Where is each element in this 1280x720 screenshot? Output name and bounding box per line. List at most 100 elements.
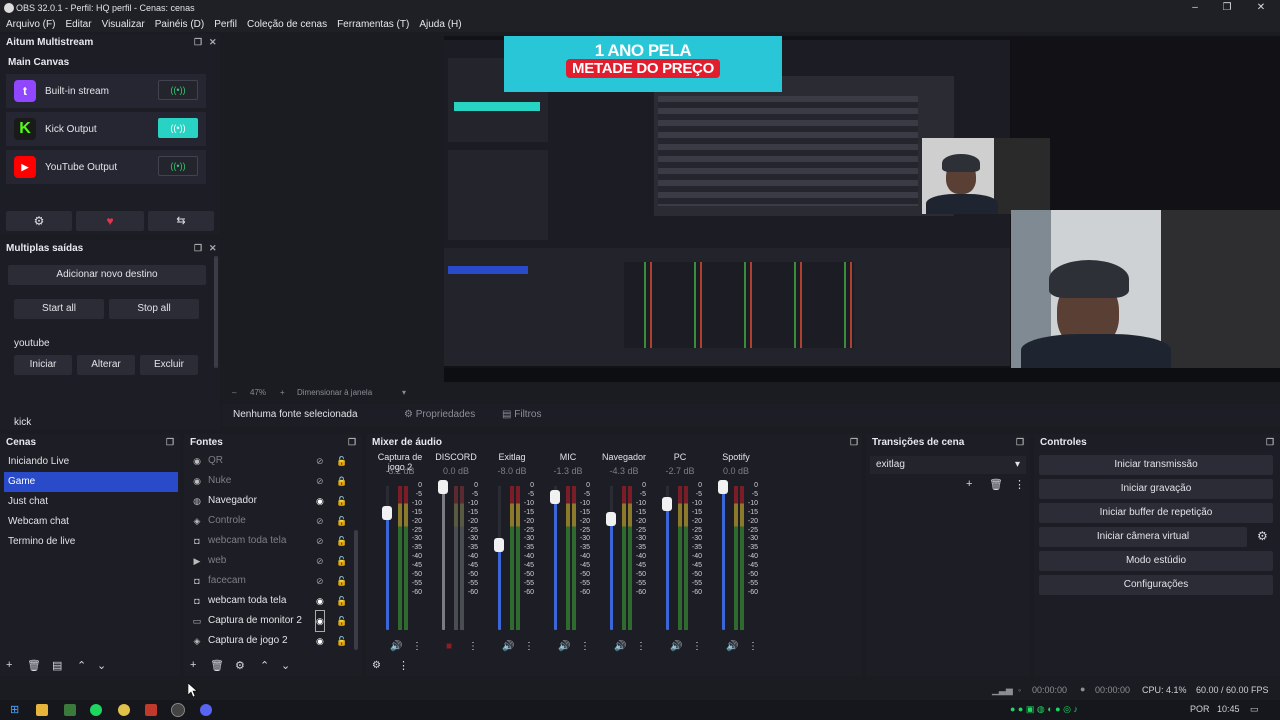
advanced-audio-icon[interactable]: ⚙ (372, 660, 381, 671)
scrollbar[interactable] (354, 530, 358, 650)
speaker-icon[interactable]: 🔊 (558, 641, 570, 652)
output-toggle-button[interactable]: ((•)) (158, 118, 198, 138)
eye-hidden-icon[interactable]: ⊘ (316, 531, 324, 551)
float-icon[interactable]: ❐ (194, 243, 202, 254)
unlock-icon[interactable]: 🔓 (336, 631, 347, 651)
zoom-out-icon[interactable]: – (232, 388, 236, 397)
start-all-button[interactable]: Start all (14, 299, 104, 319)
kebab-icon[interactable]: ⋮ (398, 659, 409, 672)
volume-slider-handle[interactable] (494, 538, 504, 552)
move-up-icon[interactable]: ⌃ (260, 659, 269, 672)
scene-filters-icon[interactable]: ▤ (52, 659, 62, 672)
windows-start-icon[interactable]: ⊞ (10, 703, 19, 716)
menu-profile[interactable]: Perfil (214, 19, 237, 30)
scene-item[interactable]: Just chat (4, 492, 178, 512)
eye-hidden-icon[interactable]: ⊘ (316, 451, 324, 471)
kebab-icon[interactable]: ⋮ (468, 641, 478, 652)
remove-destination-button[interactable]: Excluir (140, 355, 198, 375)
volume-slider-handle[interactable] (718, 480, 728, 494)
volume-slider-handle[interactable] (382, 506, 392, 520)
studio-mode-button[interactable]: Modo estúdio (1039, 551, 1273, 571)
source-row[interactable]: ▶ web ⊘ 🔓 (186, 551, 352, 571)
trash-icon[interactable]: 🗑 (210, 659, 224, 672)
source-row[interactable]: ▭ Captura de monitor 2 ◉ 🔓 (186, 610, 352, 632)
scrollbar[interactable] (214, 256, 218, 368)
menu-scene-collection[interactable]: Coleção de cenas (247, 19, 327, 30)
kebab-icon[interactable]: ⋮ (524, 641, 534, 652)
float-icon[interactable]: ❐ (1016, 437, 1024, 448)
kebab-icon[interactable]: ⋮ (580, 641, 590, 652)
float-icon[interactable]: ❐ (348, 437, 356, 448)
start-replay-buffer-button[interactable]: Iniciar buffer de repetição (1039, 503, 1273, 523)
add-destination-button[interactable]: Adicionar novo destino (8, 265, 206, 285)
trash-icon[interactable]: 🗑 (27, 659, 41, 672)
add-source-icon[interactable]: + (190, 659, 196, 671)
settings-button[interactable]: ⚙ (6, 211, 72, 231)
switch-button[interactable]: ⇆ (148, 211, 214, 231)
chevron-down-icon[interactable]: ▾ (402, 388, 406, 397)
unlock-icon[interactable]: 🔓 (336, 611, 347, 631)
edit-destination-button[interactable]: Alterar (77, 355, 135, 375)
kebab-icon[interactable]: ⋮ (1014, 478, 1025, 491)
kebab-icon[interactable]: ⋮ (412, 641, 422, 652)
donate-button[interactable]: ♥ (76, 211, 144, 231)
app-icon[interactable] (145, 704, 157, 716)
scene-item-selected[interactable]: Game (4, 472, 178, 492)
volume-slider-handle[interactable] (550, 490, 560, 504)
unlock-icon[interactable]: 🔓 (336, 571, 347, 591)
unlock-icon[interactable]: 🔓 (336, 531, 347, 551)
zoom-in-icon[interactable]: + (280, 388, 285, 397)
trash-icon[interactable]: 🗑 (989, 478, 1003, 491)
minimize-button[interactable]: – (1180, 0, 1210, 16)
scene-item[interactable]: Termino de live (4, 532, 178, 552)
unlock-icon[interactable]: 🔓 (336, 511, 347, 531)
eye-hidden-icon[interactable]: ⊘ (316, 551, 324, 571)
volume-slider-handle[interactable] (438, 480, 448, 494)
menu-docks[interactable]: Painéis (D) (155, 19, 204, 30)
scene-item[interactable]: Iniciando Live (4, 452, 178, 472)
stop-all-button[interactable]: Stop all (109, 299, 199, 319)
lock-icon[interactable]: 🔒 (336, 471, 347, 491)
properties-button[interactable]: ⚙ Propriedades (392, 406, 475, 424)
kebab-icon[interactable]: ⋮ (748, 641, 758, 652)
add-transition-icon[interactable]: + (966, 478, 972, 490)
chrome-icon[interactable] (118, 704, 130, 716)
maximize-button[interactable]: ❐ (1212, 0, 1242, 16)
source-row[interactable]: ◘ facecam ⊘ 🔓 (186, 571, 352, 591)
filters-button[interactable]: ▤ Filtros (490, 406, 541, 424)
volume-slider-handle[interactable] (662, 497, 672, 511)
eye-icon[interactable]: ◉ (316, 491, 324, 511)
start-virtual-camera-button[interactable]: Iniciar câmera virtual (1039, 527, 1247, 547)
preview-canvas[interactable]: 1 ANO PELA METADE DO PREÇO (444, 36, 1280, 382)
close-dock-icon[interactable]: ✕ (209, 243, 217, 254)
gear-icon[interactable]: ⚙ (1257, 529, 1268, 543)
source-row[interactable]: ◉ QR ⊘ 🔓 (186, 451, 352, 471)
speaker-icon[interactable]: 🔊 (502, 641, 514, 652)
move-up-icon[interactable]: ⌃ (77, 659, 86, 672)
source-row[interactable]: ◈ Controle ⊘ 🔓 (186, 511, 352, 531)
output-toggle-button[interactable]: ((•)) (158, 80, 198, 100)
source-row[interactable]: ◉ Nuke ⊘ 🔒 (186, 471, 352, 491)
close-button[interactable]: ✕ (1246, 0, 1276, 16)
volume-slider-handle[interactable] (606, 512, 616, 526)
menu-help[interactable]: Ajuda (H) (419, 19, 461, 30)
move-down-icon[interactable]: ⌄ (97, 659, 106, 672)
eye-icon[interactable]: ◉ (315, 610, 325, 632)
eye-icon[interactable]: ◉ (316, 591, 324, 611)
transition-select[interactable]: exitlag ▾ (870, 456, 1026, 474)
float-icon[interactable]: ❐ (1266, 437, 1274, 448)
spotify-icon[interactable] (90, 704, 102, 716)
resize-mode-select[interactable]: Dimensionar à janela (297, 388, 372, 397)
kebab-icon[interactable]: ⋮ (636, 641, 646, 652)
kebab-icon[interactable]: ⋮ (692, 641, 702, 652)
close-dock-icon[interactable]: ✕ (209, 37, 217, 48)
output-toggle-button[interactable]: ((•)) (158, 156, 198, 176)
eye-hidden-icon[interactable]: ⊘ (316, 471, 324, 491)
tray-icons[interactable]: ● ● ▣ ◍ ◐ ● ◎ ♪ (1010, 704, 1078, 715)
discord-icon[interactable] (200, 704, 212, 716)
clock[interactable]: 10:45 (1217, 704, 1240, 714)
muted-icon[interactable]: ■ (446, 641, 452, 652)
store-icon[interactable] (64, 704, 76, 716)
eye-hidden-icon[interactable]: ⊘ (316, 511, 324, 531)
menu-file[interactable]: Arquivo (F) (6, 19, 55, 30)
